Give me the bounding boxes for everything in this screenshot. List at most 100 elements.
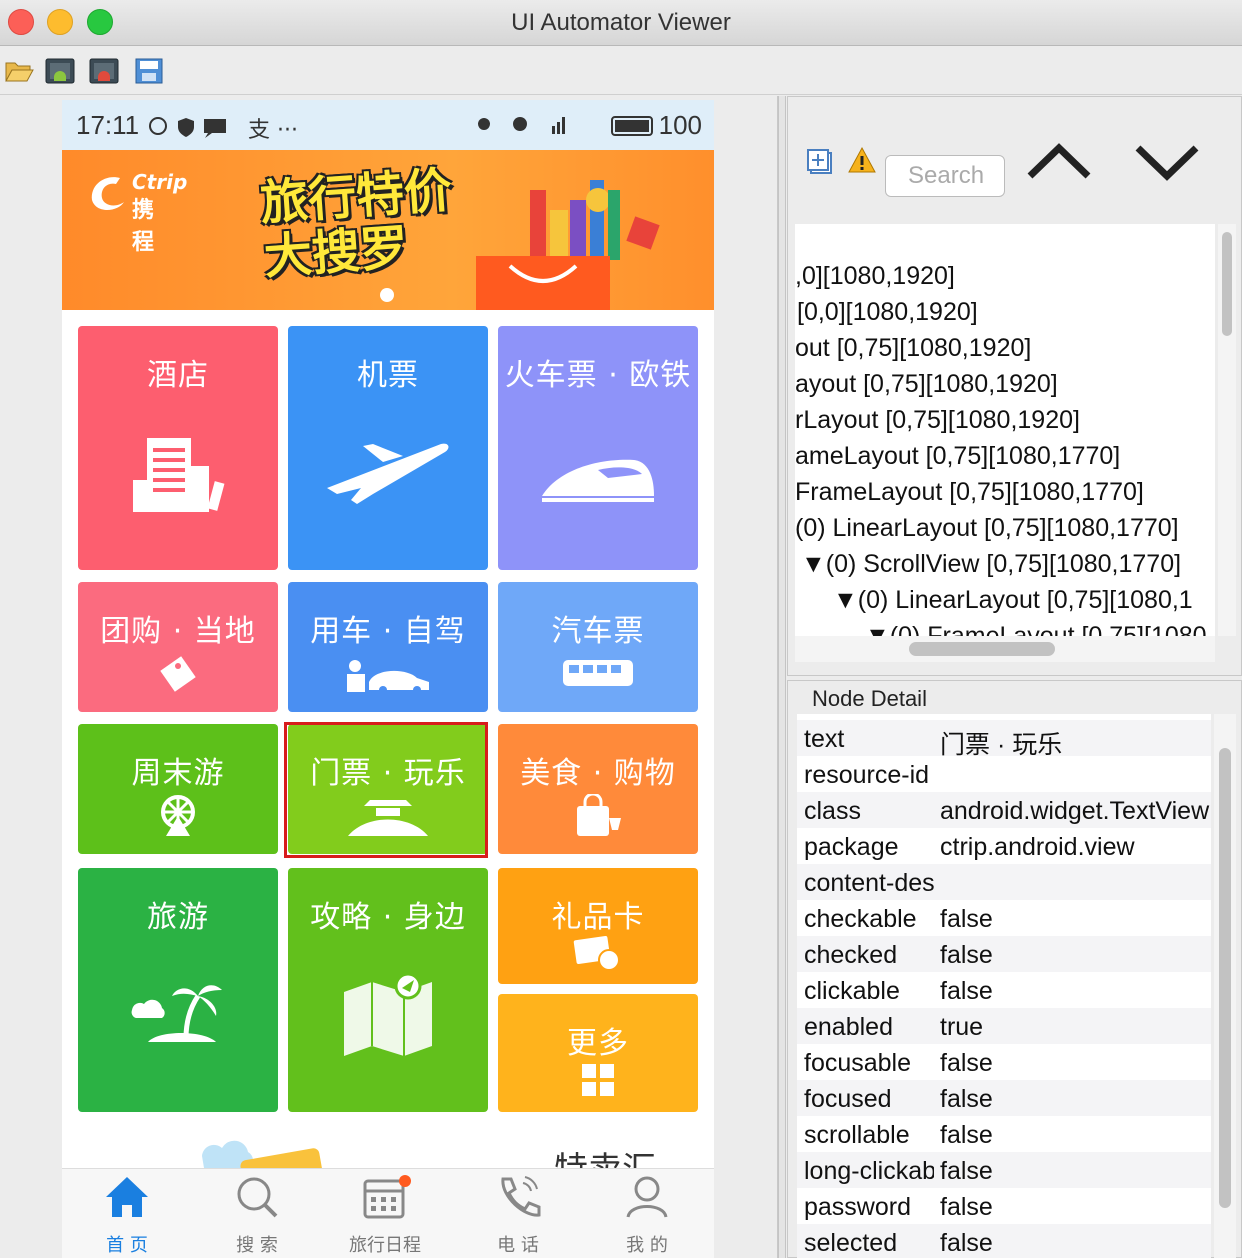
tree-node[interactable]: (0) LinearLayout [0,75][1080,1770] [795, 514, 1179, 550]
tree-node[interactable]: ayout [0,75][1080,1920] [795, 370, 1058, 406]
tile-car[interactable]: 用车 · 自驾 [288, 582, 488, 712]
battery-level: 100 [658, 110, 702, 140]
home-icon [106, 1177, 148, 1217]
tab-search[interactable]: 搜 索 [207, 1175, 307, 1256]
tab-itinerary[interactable]: 旅行日程 [335, 1175, 435, 1256]
tile-bus[interactable]: 汽车票 [498, 582, 698, 712]
detail-row[interactable]: focused false [797, 1080, 1211, 1116]
tab-home[interactable]: 首 页 [77, 1175, 177, 1256]
ferris-wheel-icon [161, 795, 195, 836]
expand-all-icon[interactable] [806, 148, 834, 176]
detail-row[interactable]: scrollable false [797, 1116, 1211, 1152]
tile-giftcard[interactable]: 礼品卡 [498, 868, 698, 984]
tile-label: 用车 · 自驾 [310, 614, 466, 649]
tree-node[interactable]: ▼(0) ScrollView [0,75][1080,1770] [801, 550, 1181, 586]
tile-more[interactable]: 更多 [498, 994, 698, 1112]
hierarchy-tree[interactable]: ,0][1080,1920] [0,0][1080,1920] out [0,7… [795, 224, 1215, 636]
tile-label: 礼品卡 [551, 900, 645, 935]
map-pin-icon [344, 972, 432, 1056]
toolbar [0, 47, 1242, 95]
user-icon [626, 1176, 668, 1218]
pane-splitter[interactable] [778, 96, 786, 1258]
detail-row[interactable]: class android.widget.TextView [797, 792, 1211, 828]
tree-node[interactable]: ,0][1080,1920] [795, 262, 955, 298]
node-detail-table: text 门票 · 玩乐 resource-id class android.wid… [797, 714, 1211, 1258]
tree-node[interactable]: rLayout [0,75][1080,1920] [795, 406, 1080, 442]
uiautomator-window: UI Automator Viewer 17:11 支 ··· 100 Ctri… [0, 0, 1242, 1258]
device-screenshot[interactable]: 17:11 支 ··· 100 Ctrip 携程 旅行特价 大搜罗 酒店 机票 … [62, 100, 714, 1258]
calendar-icon [363, 1175, 411, 1219]
notification-icons [149, 117, 226, 138]
phone-icon [501, 1176, 541, 1217]
detail-row[interactable]: package ctrip.android.view [797, 828, 1211, 864]
tree-node[interactable]: [0,0][1080,1920] [797, 298, 978, 334]
detail-row[interactable]: resource-id [797, 756, 1211, 792]
detail-row[interactable]: checked false [797, 936, 1211, 972]
detail-row[interactable]: long-clickablefalse [797, 1152, 1211, 1188]
detail-row[interactable]: password false [797, 1188, 1211, 1224]
title-bar: UI Automator Viewer [0, 0, 1242, 46]
warning-icon[interactable] [848, 146, 876, 174]
tab-mine[interactable]: 我 的 [597, 1175, 697, 1256]
tree-vertical-scroll-thumb[interactable] [1222, 232, 1232, 336]
window-title: UI Automator Viewer [511, 9, 731, 36]
tile-food[interactable]: 美食 · 购物 [498, 724, 698, 854]
carousel-indicator[interactable] [380, 288, 394, 302]
tree-node[interactable]: FrameLayout [0,75][1080,1770] [795, 478, 1144, 514]
selected-node-highlight [284, 722, 488, 858]
open-folder-icon[interactable] [4, 57, 34, 85]
detail-row[interactable]: enabled true [797, 1008, 1211, 1044]
tile-label: 汽车票 [551, 614, 645, 649]
tree-node[interactable]: ameLayout [0,75][1080,1770] [795, 442, 1120, 478]
tile-hotel[interactable]: 酒店 [78, 326, 278, 570]
search-icon [237, 1177, 278, 1218]
train-icon [542, 459, 654, 502]
bus-icon [563, 660, 633, 686]
detail-row[interactable]: checkable false [797, 900, 1211, 936]
status-extra: 支 ··· [248, 118, 298, 143]
tree-node[interactable]: ▼(0) FrameLayout [0,75][1080 [865, 622, 1207, 636]
detail-row[interactable]: selected false [797, 1224, 1211, 1258]
detail-row[interactable]: focusable false [797, 1044, 1211, 1080]
tile-label: 酒店 [147, 358, 209, 393]
android-status-bar: 17:11 支 ··· 100 [62, 100, 714, 150]
status-time: 17:11 [76, 110, 140, 140]
tree-horizontal-scroll-thumb[interactable] [909, 642, 1055, 656]
banner-title: 旅行特价 大搜罗 [258, 162, 454, 286]
chevron-up-icon[interactable] [1026, 140, 1092, 182]
detail-row[interactable]: clickable false [797, 972, 1211, 1008]
tile-guide[interactable]: 攻略 · 身边 [288, 868, 488, 1112]
device-screenshot-icon[interactable] [44, 57, 78, 85]
tab-phone[interactable]: 电 话 [468, 1175, 568, 1256]
search-input[interactable]: Search [885, 155, 1005, 197]
tree-node[interactable]: ▼(0) LinearLayout [0,75][1080,1 [833, 586, 1193, 622]
tile-label: 更多 [567, 1026, 629, 1061]
tile-label: 火车票 · 欧铁 [504, 358, 692, 393]
tile-group[interactable]: 团购 · 当地 [78, 582, 278, 712]
tile-label: 机票 [357, 358, 419, 393]
grid-more-icon [582, 1064, 614, 1096]
shopping-bag-illustration [476, 180, 660, 310]
tile-label: 美食 · 购物 [520, 756, 676, 791]
tile-label: 旅游 [147, 900, 209, 935]
airplane-icon [327, 443, 449, 504]
tile-train[interactable]: 火车票 · 欧铁 [498, 326, 698, 570]
save-icon[interactable] [134, 57, 164, 85]
tile-flight[interactable]: 机票 [288, 326, 488, 570]
dolphin-logo-icon [91, 177, 124, 210]
palm-island-icon [131, 985, 222, 1042]
tile-label: 周末游 [131, 756, 225, 791]
tile-travel[interactable]: 旅游 [78, 868, 278, 1112]
promo-banner[interactable]: Ctrip 携程 旅行特价 大搜罗 [62, 150, 714, 310]
detail-row[interactable]: content-desc [797, 864, 1211, 900]
detail-row[interactable]: text 门票 · 玩乐 [797, 720, 1211, 759]
hotel-icon [133, 438, 225, 512]
tile-weekend[interactable]: 周末游 [78, 724, 278, 854]
detail-vertical-scroll-thumb[interactable] [1219, 748, 1231, 1208]
tile-label: 攻略 · 身边 [310, 900, 466, 935]
coupon-tag-icon [160, 656, 196, 692]
tree-node[interactable]: out [0,75][1080,1920] [795, 334, 1031, 370]
device-screenshot-compressed-icon[interactable] [88, 57, 122, 85]
car-driver-icon [347, 660, 429, 694]
chevron-down-icon[interactable] [1134, 142, 1200, 184]
